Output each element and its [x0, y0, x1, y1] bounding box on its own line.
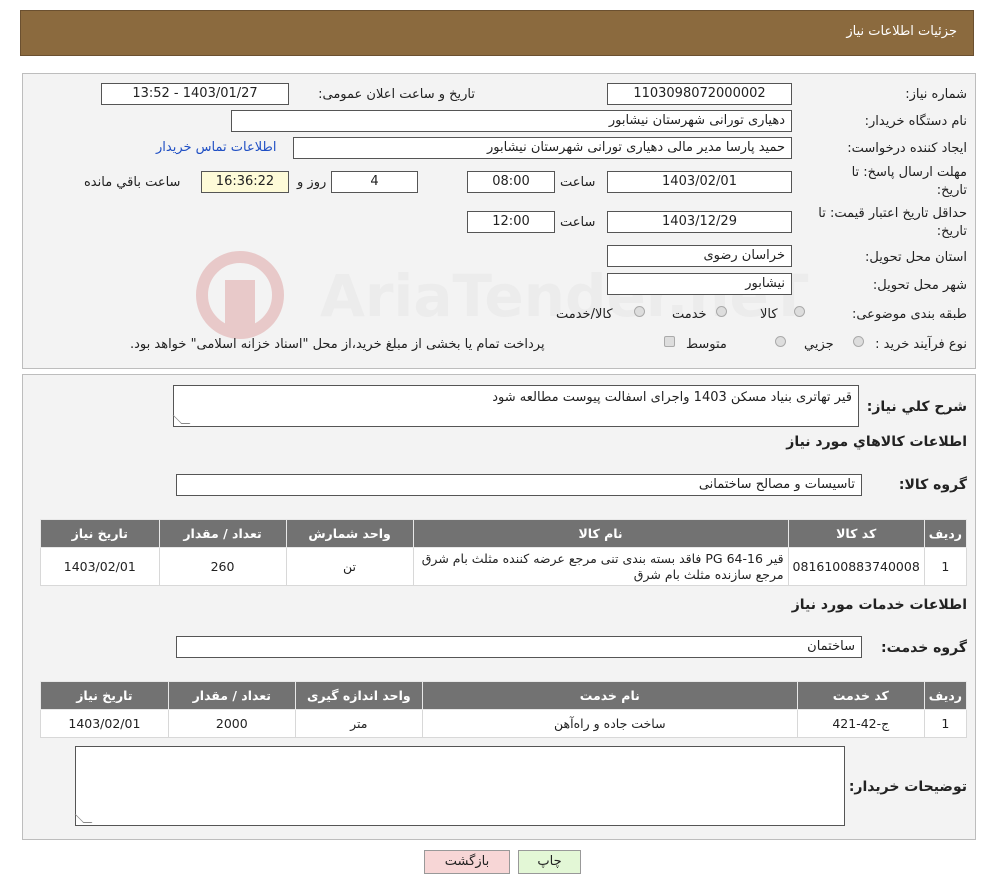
goods-table: ردیف کد کالا نام کالا واحد شمارش تعداد /…: [40, 519, 968, 586]
services-section-title: اطلاعات خدمات مورد نیاز: [791, 597, 967, 613]
col-date: تاریخ نیاز: [40, 519, 160, 548]
col-row: ردیف: [923, 681, 968, 710]
cell-qty: 2000: [167, 709, 296, 738]
cell-name: قیر PG 64-16 فاقد بسته بندی تنی مرجع عرض…: [412, 547, 789, 586]
validity-label: حداقل تاریخ اعتبار قیمت: تا: [818, 206, 967, 221]
treasury-checkbox[interactable]: [664, 336, 675, 347]
col-row: ردیف: [923, 519, 968, 548]
services-group-label: گروه خدمت:: [881, 640, 967, 656]
col-code: کد خدمت: [796, 681, 925, 710]
resize-handle[interactable]: [74, 814, 93, 823]
cell-code: ج-42-421: [796, 709, 925, 738]
cell-code: 0816100883740008: [787, 547, 925, 586]
cell-unit: متر: [294, 709, 423, 738]
deadline-time-label: ساعت: [560, 175, 596, 190]
validity-label-date: تاریخ:: [936, 224, 967, 239]
page-title: جزئیات اطلاعات نیاز: [846, 24, 957, 39]
print-button[interactable]: چاپ: [518, 850, 581, 874]
deadline-label-date: تاریخ:: [936, 183, 967, 198]
need-number-label: شماره نیاز:: [905, 87, 967, 102]
category-goods-service-radio[interactable]: [634, 306, 645, 317]
buyer-org-label: نام دستگاه خریدار:: [864, 114, 967, 129]
process-minor-radio[interactable]: [853, 336, 864, 347]
summary-textarea[interactable]: قیر تهاتری بنیاد مسکن 1403 واجرای اسفالت…: [172, 385, 859, 427]
days-label: روز و: [297, 175, 327, 190]
announce-datetime-field: 1403/01/27 - 13:52: [101, 83, 289, 105]
category-service-label: خدمت: [672, 307, 707, 322]
summary-text: قیر تهاتری بنیاد مسکن 1403 واجرای اسفالت…: [492, 390, 852, 405]
cell-name: ساخت جاده و راه‌آهن: [421, 709, 798, 738]
days-field: 4: [331, 171, 418, 193]
deadline-date-field: 1403/02/01: [607, 171, 792, 193]
goods-section-title: اطلاعات کالاهاي مورد نیاز: [786, 434, 967, 450]
process-label: نوع فرآیند خرید :: [875, 337, 967, 352]
category-label: طبقه بندی موضوعی:: [851, 307, 967, 322]
category-goods-service-label: کالا/خدمت: [556, 307, 613, 322]
need-number-field: 1103098072000002: [607, 83, 792, 105]
buyer-contact-link[interactable]: اطلاعات تماس خریدار: [156, 140, 276, 155]
summary-label: شرح کلي نیاز:: [866, 399, 967, 415]
validity-time-field: 12:00: [467, 211, 555, 233]
col-date: تاریخ نیاز: [40, 681, 169, 710]
back-button[interactable]: بازگشت: [424, 850, 510, 874]
col-name: نام کالا: [412, 519, 789, 548]
col-qty: تعداد / مقدار: [167, 681, 296, 710]
buyer-org-field: دهیاری تورانی شهرستان نیشابور: [231, 110, 792, 132]
process-minor-label: جزیي: [804, 337, 834, 352]
services-group-field: ساختمان: [176, 636, 862, 658]
goods-group-field: تاسیسات و مصالح ساختمانی: [176, 474, 862, 496]
table-row: 1 0816100883740008 قیر PG 64-16 فاقد بست…: [40, 547, 968, 586]
resize-handle[interactable]: [172, 415, 191, 424]
cell-row: 1: [923, 709, 968, 738]
buyer-notes-textarea[interactable]: [74, 746, 845, 826]
cell-unit: تن: [285, 547, 414, 586]
category-goods-label: کالا: [760, 307, 778, 322]
goods-group-label: گروه کالا:: [898, 477, 967, 493]
col-name: نام خدمت: [421, 681, 798, 710]
cell-date: 1403/02/01: [40, 709, 169, 738]
col-qty: تعداد / مقدار: [158, 519, 287, 548]
category-goods-radio[interactable]: [794, 306, 805, 317]
page-header: جزئیات اطلاعات نیاز: [20, 10, 974, 56]
cell-date: 1403/02/01: [40, 547, 160, 586]
buyer-notes-label: توضیحات خریدار:: [848, 779, 967, 795]
deadline-time-field: 08:00: [467, 171, 555, 193]
city-label: شهر محل تحویل:: [872, 278, 967, 293]
announce-datetime-label: تاریخ و ساعت اعلان عمومی:: [318, 87, 475, 102]
cell-qty: 260: [158, 547, 287, 586]
province-label: استان محل تحویل:: [865, 250, 967, 265]
process-medium-label: متوسط: [686, 337, 727, 352]
requester-field: حمید پارسا مدیر مالی دهیاری تورانی شهرست…: [293, 137, 792, 159]
cell-row: 1: [923, 547, 968, 586]
validity-date-field: 1403/12/29: [607, 211, 792, 233]
remaining-time-label: ساعت باقي مانده: [84, 175, 181, 190]
col-unit: واحد شمارش: [285, 519, 414, 548]
remaining-time-field: 16:36:22: [201, 171, 289, 193]
table-row: 1 ج-42-421 ساخت جاده و راه‌آهن متر 2000 …: [40, 709, 968, 738]
goods-table-header: ردیف کد کالا نام کالا واحد شمارش تعداد /…: [40, 519, 968, 548]
process-note: پرداخت تمام یا بخشی از مبلغ خرید،از محل …: [130, 337, 545, 352]
city-field: نیشابور: [607, 273, 792, 295]
validity-time-label: ساعت: [560, 215, 596, 230]
services-table-header: ردیف کد خدمت نام خدمت واحد اندازه گیری ت…: [40, 681, 968, 710]
col-code: کد کالا: [787, 519, 925, 548]
deadline-label: مهلت ارسال پاسخ: تا: [851, 165, 967, 180]
process-medium-radio[interactable]: [775, 336, 786, 347]
category-service-radio[interactable]: [716, 306, 727, 317]
services-table: ردیف کد خدمت نام خدمت واحد اندازه گیری ت…: [40, 681, 968, 738]
requester-label: ایجاد کننده درخواست:: [847, 141, 967, 156]
col-unit: واحد اندازه گیری: [294, 681, 423, 710]
province-field: خراسان رضوی: [607, 245, 792, 267]
watermark-logo: [196, 251, 284, 339]
